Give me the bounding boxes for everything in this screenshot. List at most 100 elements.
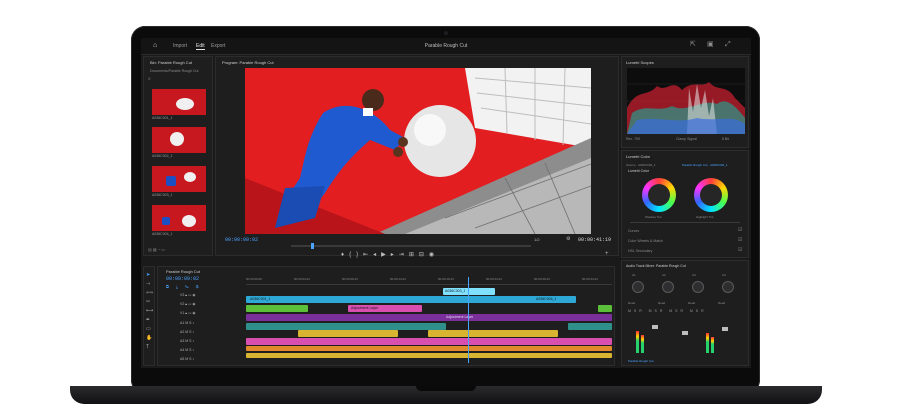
hsl-secondary-section[interactable]: HSL Secondary (628, 249, 652, 253)
timeline-clip[interactable] (598, 305, 612, 312)
timeline-clip[interactable] (246, 338, 612, 345)
timeline-clip[interactable]: Adjustment Layer (348, 305, 422, 312)
automation-mode[interactable]: Read (658, 301, 665, 305)
search-icon[interactable]: ⌕ (148, 76, 151, 82)
volume-fader[interactable] (722, 327, 728, 331)
pan-knob[interactable] (692, 281, 704, 293)
timeline-playhead[interactable] (468, 277, 469, 363)
trackpad-notch (416, 386, 476, 391)
camera-icon (443, 31, 448, 35)
track-header-a1[interactable]: A1 M S ♪ (180, 321, 194, 325)
go-to-in-icon[interactable]: ⇤ (363, 252, 373, 258)
pan-knob[interactable] (722, 281, 734, 293)
scope-standard[interactable]: Rec. 709 (626, 137, 640, 141)
clip-thumbnail[interactable] (152, 127, 206, 153)
timeline-clip[interactable]: Adjustment Layer (246, 314, 612, 321)
lumetri-source[interactable]: Source · A036C002_1 (626, 163, 656, 167)
clip-thumbnail[interactable] (152, 205, 206, 231)
curves-section[interactable]: Curves (628, 229, 639, 233)
track-header-a4[interactable]: A4 M S ♪ (180, 348, 194, 352)
timeline-clip[interactable] (246, 305, 308, 312)
clamp-signal-toggle[interactable]: Clamp Signal (676, 137, 697, 141)
fullscreen-icon[interactable]: ⤢ (725, 41, 731, 48)
automation-mode[interactable]: Read (688, 301, 695, 305)
bit-depth-select[interactable]: 8 Bit (722, 137, 729, 141)
timeline-clip[interactable] (428, 330, 558, 337)
timeline-timecode[interactable]: 00:00:09:02 (166, 276, 199, 282)
program-timecode[interactable]: 00:00:09:02 (225, 237, 258, 243)
time-ruler[interactable]: 00:00:00:00 00:00:04:23 00:00:09:23 00:0… (246, 277, 612, 285)
track-header-a2[interactable]: A2 M S ♪ (180, 330, 194, 334)
volume-fader[interactable] (682, 331, 688, 335)
workspace-icon[interactable]: ▣ (707, 41, 714, 48)
playhead-icon[interactable] (311, 243, 314, 249)
export-frame-icon[interactable]: ◉ (429, 252, 439, 258)
add-button-icon[interactable]: + (605, 251, 609, 257)
audio-mixer-tab[interactable]: Audio Track Mixer: Parable Rough Cut (626, 264, 686, 268)
timeline-clip[interactable] (246, 353, 612, 358)
nav-edit[interactable]: Edit (196, 43, 205, 50)
share-icon[interactable]: ⇱ (690, 41, 696, 48)
mute-solo-buttons[interactable]: M S R M S R M S R M S R (628, 309, 705, 313)
pen-tool-icon[interactable]: ✒ (146, 316, 153, 325)
timeline-clip[interactable]: A036C001_1 A036C004_1 (246, 296, 576, 303)
track-select-icon[interactable]: ⇢ (146, 280, 153, 289)
marker-icon[interactable]: ♦ (341, 252, 349, 258)
highlight-tint-wheel[interactable] (694, 178, 728, 212)
extract-icon[interactable]: ⊟ (419, 252, 429, 258)
top-bar: ⌂ Import Edit Export Parable Rough Cut ⇱… (141, 38, 751, 55)
playback-scrubber[interactable] (291, 243, 531, 249)
hand-tool-icon[interactable]: ✋ (146, 334, 153, 343)
track-header-a3[interactable]: A3 M S ♪ (180, 339, 194, 343)
slip-tool-icon[interactable]: ⟷ (146, 307, 153, 316)
scopes-tab[interactable]: Lumetri Scopes (626, 60, 654, 65)
audio-mixer-panel: Audio Track Mixer: Parable Rough Cut A1 … (621, 260, 749, 366)
tool-icons[interactable]: ➤ ⇢ ⟺ ✂ ⟷ ✒ ▭ ✋ T (146, 271, 153, 352)
transport-controls[interactable]: ♦{}⇤◂▶▸⇥⊞⊟◉ (341, 251, 439, 258)
nav-import[interactable]: Import (173, 43, 187, 49)
lift-icon[interactable]: ⊞ (409, 252, 419, 258)
program-tab[interactable]: Program: Parable Rough Cut (222, 60, 274, 65)
track-header-v2[interactable]: V2 🔒︎ ▭ ◉ (180, 302, 195, 306)
timeline-options-icon[interactable]: ⧉ ⤓ ✎ ⚙ (166, 284, 202, 289)
timeline-clip[interactable] (246, 346, 612, 351)
timeline-clip[interactable] (298, 330, 398, 337)
go-to-out-icon[interactable]: ⇥ (399, 252, 409, 258)
automation-mode[interactable]: Read (718, 301, 725, 305)
timeline-clip[interactable] (246, 323, 446, 330)
timeline-tab[interactable]: Parable Rough Cut (166, 269, 200, 274)
project-tab[interactable]: Bin: Parable Rough Cut (150, 60, 192, 65)
type-tool-icon[interactable]: T (146, 343, 153, 352)
lumetri-target[interactable]: Parable Rough Cut · A036C002_1 (682, 163, 728, 167)
play-icon[interactable]: ▶ (381, 252, 391, 258)
wrench-icon[interactable]: ⚙ (566, 236, 570, 242)
pan-knob[interactable] (632, 281, 644, 293)
balance-slider[interactable] (630, 222, 740, 223)
clip-thumbnail[interactable] (152, 89, 206, 115)
automation-mode[interactable]: Read (628, 301, 635, 305)
clip-thumbnail[interactable] (152, 166, 206, 192)
lumetri-color-tab[interactable]: Lumetri Color (626, 154, 650, 159)
timeline-clip[interactable]: A036C003_1 (443, 288, 495, 295)
selection-tool-icon[interactable]: ➤ (146, 271, 153, 280)
step-forward-icon[interactable]: ▸ (391, 252, 399, 258)
track-header-v1[interactable]: V1 🔒︎ ▭ ◉ (180, 311, 195, 315)
resolution-select[interactable]: 1/2 (534, 237, 540, 242)
video-frame[interactable] (245, 68, 591, 234)
home-icon[interactable]: ⌂ (153, 42, 157, 49)
step-back-icon[interactable]: ◂ (373, 252, 381, 258)
checkbox-icon[interactable]: ☑ (738, 227, 742, 233)
track-header-a5[interactable]: A5 M S ♪ (180, 357, 194, 361)
track-header-v3[interactable]: V3 🔒︎ ▭ ◉ (180, 293, 195, 297)
volume-fader[interactable] (652, 325, 658, 329)
ripple-edit-icon[interactable]: ⟺ (146, 289, 153, 298)
razor-tool-icon[interactable]: ✂ (146, 298, 153, 307)
shadow-tint-wheel[interactable] (642, 178, 676, 212)
nav-export[interactable]: Export (211, 43, 225, 49)
color-wheels-section[interactable]: Color Wheels & Match (628, 239, 663, 243)
timeline-clip[interactable] (568, 323, 612, 330)
pan-knob[interactable] (662, 281, 674, 293)
checkbox-icon[interactable]: ☑ (738, 237, 742, 243)
rectangle-tool-icon[interactable]: ▭ (146, 325, 153, 334)
checkbox-icon[interactable]: ☑ (738, 247, 742, 253)
